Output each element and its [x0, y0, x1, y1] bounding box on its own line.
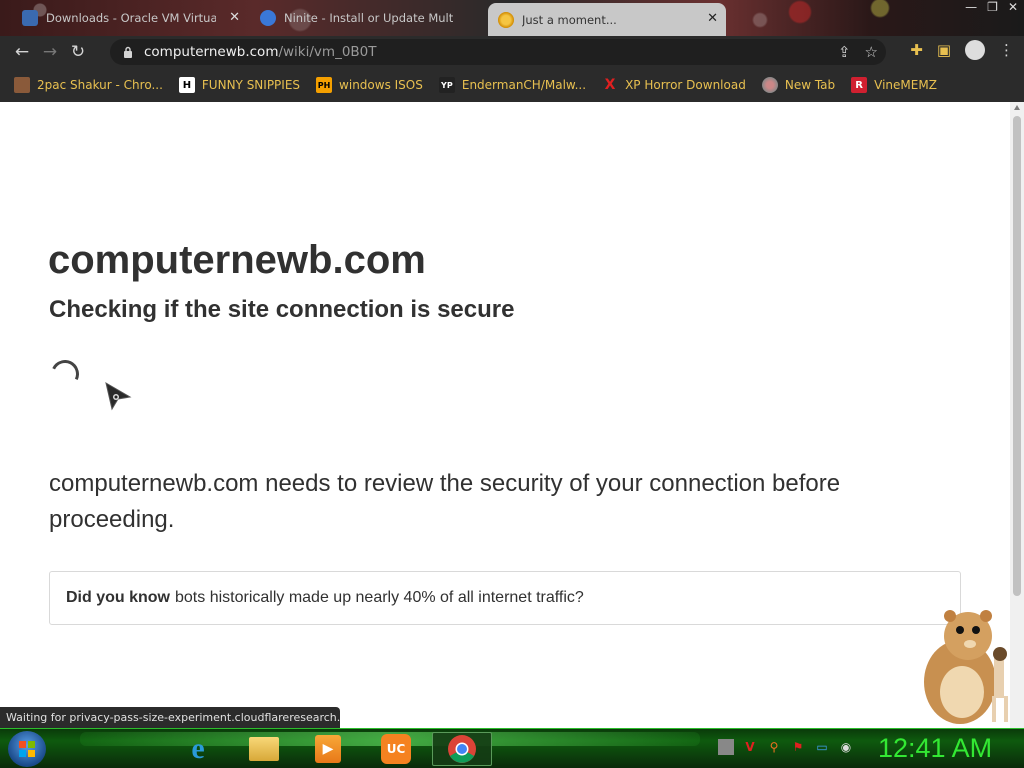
- screen: Downloads - Oracle VM VirtualBox ✕ Ninit…: [0, 0, 1024, 768]
- close-window-icon[interactable]: ✕: [1008, 0, 1018, 14]
- did-you-know-label: Did you know: [66, 589, 170, 606]
- taskbar: e ▶ UC V ⚲ ⚑ ▭ ◉ 12:41 AM: [0, 728, 1024, 768]
- extensions-icon[interactable]: ✚: [910, 41, 923, 59]
- bookmark-endermanch[interactable]: YP EndermanCH/Malw...: [438, 77, 587, 93]
- ninite-icon: [260, 10, 276, 26]
- review-message: computernewb.com needs to review the sec…: [49, 470, 841, 533]
- lock-icon: [124, 46, 132, 58]
- loading-icon: [498, 11, 514, 28]
- globe-icon: [761, 77, 778, 93]
- tab-virtualbox[interactable]: Downloads - Oracle VM VirtualBox ✕: [12, 4, 248, 32]
- url-path: /wiki/vm_0B0T: [278, 44, 377, 60]
- menu-icon[interactable]: ⋮: [999, 41, 1014, 59]
- taskbar-file-explorer[interactable]: [238, 732, 290, 766]
- minimize-icon[interactable]: —: [965, 0, 977, 14]
- tab-title: Downloads - Oracle VM VirtualBox: [46, 11, 216, 25]
- yp-icon: YP: [438, 77, 455, 93]
- scroll-thumb[interactable]: [1013, 116, 1021, 596]
- web-page: computernewb.com Checking if the site co…: [0, 102, 1010, 728]
- media-player-icon: ▶: [315, 735, 341, 763]
- h-icon: H: [178, 77, 195, 93]
- tab-ninite[interactable]: Ninite - Install or Update Multiple Apps: [250, 4, 486, 32]
- loading-spinner-icon: [47, 356, 83, 392]
- windows-logo-icon: [19, 741, 35, 757]
- back-icon[interactable]: ←: [8, 38, 36, 66]
- tab-strip: Downloads - Oracle VM VirtualBox ✕ Ninit…: [0, 0, 1024, 36]
- bookmark-label: VineMEMZ: [874, 78, 937, 92]
- folder-icon: [249, 737, 279, 761]
- bookmark-label: EndermanCH/Malw...: [461, 78, 587, 92]
- flag-icon[interactable]: ⚑: [790, 739, 806, 755]
- side-panel-icon[interactable]: ▣: [937, 41, 951, 59]
- tab-title: Ninite - Install or Update Multiple Apps: [284, 11, 454, 25]
- scroll-up-icon[interactable]: [1014, 105, 1020, 110]
- tray-app-icon[interactable]: [718, 739, 734, 755]
- taskbar-internet-explorer[interactable]: e: [172, 732, 224, 766]
- ph-icon: PH: [316, 77, 333, 93]
- taskbar-media-player[interactable]: ▶: [302, 732, 354, 766]
- reload-icon[interactable]: ↻: [64, 38, 92, 66]
- window-controls: — ❐ ✕: [965, 0, 1018, 14]
- bookmark-label: XP Horror Download: [625, 78, 746, 92]
- browser-toolbar: ← → ↻ computernewb.com/wiki/vm_0B0T ⇪ ☆ …: [0, 36, 1024, 68]
- status-bubble: Waiting for privacy-pass-size-experiment…: [0, 707, 340, 728]
- uc-browser-icon: UC: [381, 734, 411, 764]
- address-bar[interactable]: computernewb.com/wiki/vm_0B0T ⇪ ☆: [110, 39, 886, 65]
- forward-icon[interactable]: →: [36, 38, 64, 66]
- profile-avatar-icon[interactable]: [965, 40, 985, 60]
- hamster-mascot-icon: [924, 610, 1008, 724]
- bookmark-label: 2pac Shakur - Chro...: [37, 78, 163, 92]
- x-icon: X: [604, 77, 616, 93]
- bookmark-label: FUNNY SNIPPIES: [201, 78, 301, 92]
- bookmark-label: New Tab: [784, 78, 836, 92]
- did-you-know-text: bots historically made up nearly 40% of …: [175, 589, 584, 606]
- bookmark-xp-horror[interactable]: X XP Horror Download: [602, 77, 746, 93]
- bookmark-vinememz[interactable]: R VineMEMZ: [851, 77, 937, 93]
- bookmarks-bar: 2pac Shakur - Chro... H FUNNY SNIPPIES P…: [0, 68, 1024, 102]
- page-subtitle: Checking if the site connection is secur…: [49, 296, 515, 323]
- tab-title: Just a moment...: [522, 12, 617, 27]
- close-tab-icon[interactable]: ✕: [229, 10, 240, 25]
- person-icon: [14, 77, 30, 93]
- start-button[interactable]: [8, 731, 46, 767]
- tab-just-a-moment[interactable]: Just a moment... ✕: [488, 3, 726, 36]
- taskbar-chrome[interactable]: [432, 732, 492, 766]
- chrome-icon: [448, 735, 476, 763]
- taskbar-clock[interactable]: 12:41 AM: [878, 733, 992, 764]
- maximize-icon[interactable]: ❐: [987, 0, 998, 14]
- internet-explorer-icon: e: [191, 732, 205, 765]
- bookmark-2pac[interactable]: 2pac Shakur - Chro...: [14, 77, 163, 93]
- volume-icon[interactable]: ◉: [838, 739, 854, 755]
- site-title: computernewb.com: [48, 238, 426, 282]
- mouse-cursor-icon: [105, 381, 132, 411]
- bookmark-label: windows ISOS: [339, 78, 423, 92]
- bookmark-windows-isos[interactable]: PH windows ISOS: [316, 77, 423, 93]
- bookmark-new-tab[interactable]: New Tab: [761, 77, 836, 93]
- virtualbox-icon: [22, 10, 38, 26]
- bookmark-star-icon[interactable]: ☆: [865, 43, 878, 61]
- system-tray: V ⚲ ⚑ ▭ ◉: [718, 739, 854, 755]
- antivirus-icon[interactable]: V: [742, 739, 758, 755]
- search-icon[interactable]: ⚲: [766, 739, 782, 755]
- url-host: computernewb.com: [144, 44, 279, 60]
- did-you-know-box: Did you know bots historically made up n…: [49, 571, 961, 625]
- r-icon: R: [851, 77, 868, 93]
- close-tab-icon[interactable]: ✕: [707, 11, 718, 26]
- taskbar-uc-browser[interactable]: UC: [370, 732, 422, 766]
- monitor-icon[interactable]: ▭: [814, 739, 830, 755]
- share-icon[interactable]: ⇪: [838, 43, 851, 61]
- bookmark-funny-snippies[interactable]: H FUNNY SNIPPIES: [178, 77, 301, 93]
